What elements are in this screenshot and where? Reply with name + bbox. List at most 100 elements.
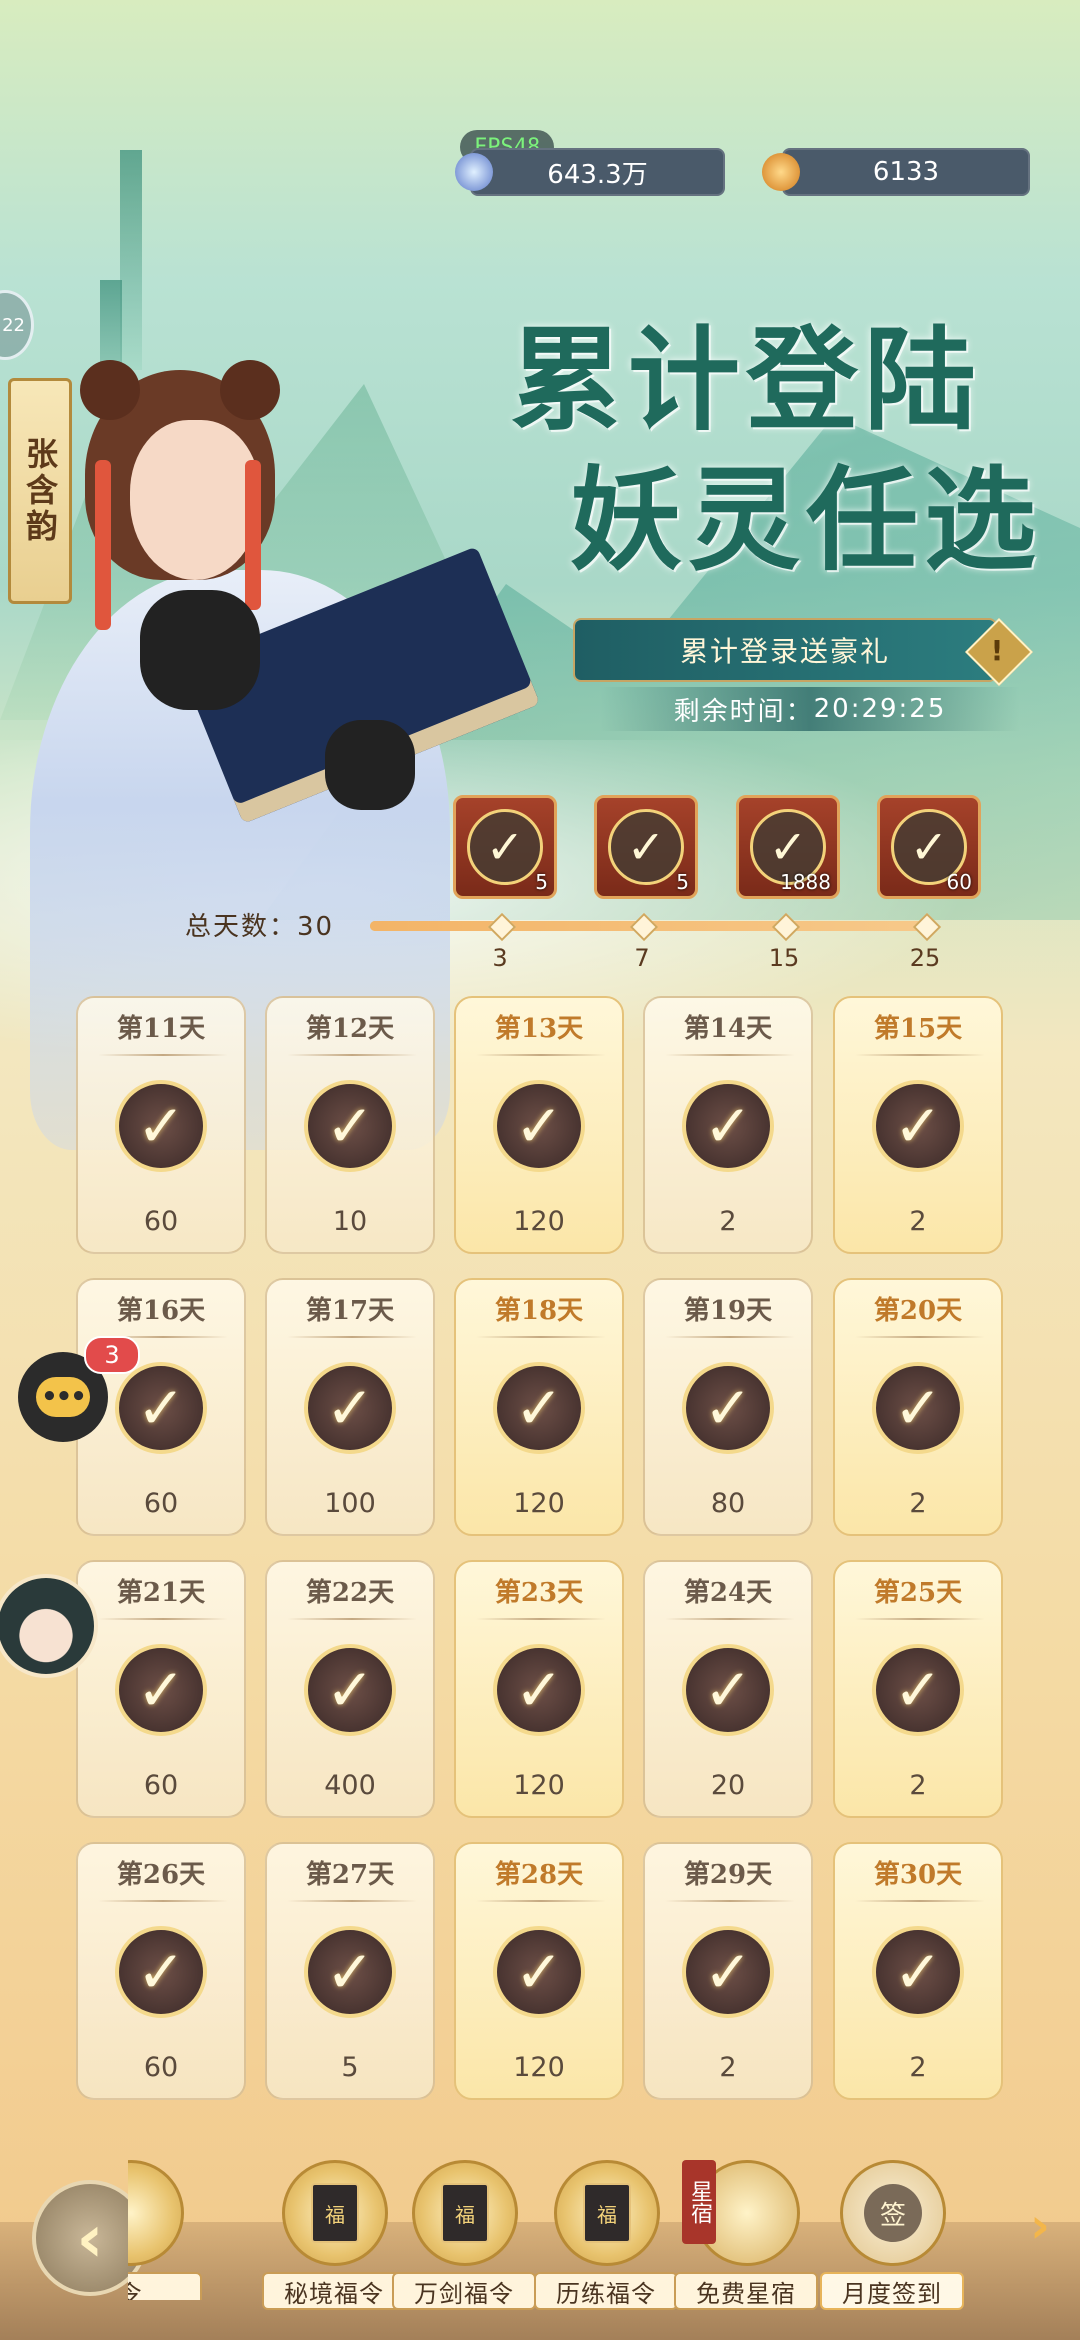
divider [855, 1336, 985, 1338]
nav-item-mijing[interactable]: 福 秘境福令 [262, 2160, 406, 2310]
claimed-check-icon: ✓ [493, 1644, 585, 1736]
nav-item-lilian[interactable]: 福 历练福令 [534, 2160, 678, 2310]
nav-item-partial[interactable]: 令 [128, 2160, 238, 2300]
day-title: 第25天 [873, 1578, 963, 1608]
milestone-count: 1888 [780, 870, 831, 894]
currency-gold-value: 6133 [872, 157, 940, 187]
day-reward-card[interactable]: 第14天 ✓ 2 [643, 996, 813, 1254]
reward-quantity: 5 [341, 2052, 359, 2083]
divider [665, 1054, 795, 1056]
day-reward-card[interactable]: 第24天 ✓ 20 [643, 1560, 813, 1818]
gold-ingot-icon [762, 153, 800, 191]
day-title: 第14天 [683, 1014, 773, 1044]
divider [665, 1618, 795, 1620]
milestone-day-label: 3 [492, 944, 508, 972]
claimed-check-icon: ✓ [872, 1080, 964, 1172]
milestone-count: 5 [676, 870, 689, 894]
day-reward-card[interactable]: 第26天 ✓ 60 [76, 1842, 246, 2100]
claimed-check-icon: ✓ [304, 1080, 396, 1172]
day-reward-card[interactable]: 第25天 ✓ 2 [833, 1560, 1003, 1818]
character-glove [140, 590, 260, 710]
token-icon: 福 [554, 2160, 660, 2266]
day-reward-card[interactable]: 第21天 ✓ 60 [76, 1560, 246, 1818]
divider [287, 1054, 417, 1056]
day-reward-card[interactable]: 第20天 ✓ 2 [833, 1278, 1003, 1536]
day-reward-card[interactable]: 第28天 ✓ 120 [454, 1842, 624, 2100]
check-icon: ✓ [608, 809, 684, 885]
day-title: 第28天 [494, 1860, 584, 1890]
reward-quantity: 100 [324, 1488, 376, 1519]
day-reward-card[interactable]: 第11天 ✓ 60 [76, 996, 246, 1254]
day-reward-card[interactable]: 第29天 ✓ 2 [643, 1842, 813, 2100]
nav-item-label: 万剑福令 [392, 2272, 536, 2310]
divider [476, 1054, 606, 1056]
day-reward-card[interactable]: 第18天 ✓ 120 [454, 1278, 624, 1536]
claimed-check-icon: ✓ [304, 1644, 396, 1736]
day-title: 第20天 [873, 1296, 963, 1326]
divider [476, 1336, 606, 1338]
day-reward-card[interactable]: 第13天 ✓ 120 [454, 996, 624, 1254]
day-title: 第30天 [873, 1860, 963, 1890]
event-title-line1: 累计登陆 [510, 315, 982, 446]
day-title: 第13天 [494, 1014, 584, 1044]
claimed-check-icon: ✓ [682, 1644, 774, 1736]
token-book-icon: 福 [311, 2183, 359, 2243]
reward-quantity: 60 [143, 1770, 179, 1801]
claimed-check-icon: ✓ [115, 1080, 207, 1172]
countdown-value: 20:29:25 [813, 694, 947, 724]
countdown-label: 剩余时间： [673, 696, 814, 727]
day-reward-card[interactable]: 第30天 ✓ 2 [833, 1842, 1003, 2100]
milestone-day-label: 25 [909, 944, 941, 972]
reward-quantity: 60 [143, 1206, 179, 1237]
day-title: 第24天 [683, 1578, 773, 1608]
countdown: 剩余时间： 20:29:25 [600, 687, 1020, 731]
reward-quantity: 120 [513, 1770, 565, 1801]
day-reward-card[interactable]: 第12天 ✓ 10 [265, 996, 435, 1254]
divider [665, 1900, 795, 1902]
total-days-label: 总天数： [185, 912, 298, 942]
nav-item-label: 月度签到 [820, 2272, 964, 2310]
reward-quantity: 120 [513, 1488, 565, 1519]
event-title-line2: 妖灵任选 [570, 455, 1042, 586]
day-reward-card[interactable]: 第19天 ✓ 80 [643, 1278, 813, 1536]
total-days-value: 30 [297, 912, 335, 942]
event-banner: 累计登录送豪礼 [575, 620, 995, 680]
milestone-count: 60 [946, 870, 972, 894]
day-title: 第29天 [683, 1860, 773, 1890]
bg-pillar [120, 150, 142, 370]
claimed-check-icon: ✓ [872, 1362, 964, 1454]
nav-next-arrow-icon[interactable]: › [1020, 2196, 1060, 2256]
nav-item-monthly-signin[interactable]: 签 月度签到 [820, 2160, 964, 2310]
day-reward-card[interactable]: 第23天 ✓ 120 [454, 1560, 624, 1818]
milestone-reward-15[interactable]: ✓ 1888 [736, 795, 840, 899]
day-reward-card[interactable]: 第22天 ✓ 400 [265, 1560, 435, 1818]
claimed-check-icon: ✓ [115, 1926, 207, 2018]
signin-icon: 签 [840, 2160, 946, 2266]
milestone-day-label: 7 [634, 944, 650, 972]
day-reward-card[interactable]: 第15天 ✓ 2 [833, 996, 1003, 1254]
reward-quantity: 120 [513, 1206, 565, 1237]
divider [98, 1054, 228, 1056]
day-title: 第11天 [116, 1014, 206, 1044]
milestone-reward-7[interactable]: ✓ 5 [594, 795, 698, 899]
reward-quantity: 2 [909, 1488, 927, 1519]
character-hair-bun [220, 360, 280, 420]
milestone-reward-25[interactable]: ✓ 60 [877, 795, 981, 899]
claimed-check-icon: ✓ [682, 1362, 774, 1454]
side-timer-button[interactable]: 22 [0, 290, 34, 360]
chat-bubble-icon: ••• [36, 1377, 90, 1417]
reward-quantity: 2 [909, 1206, 927, 1237]
check-icon: ✓ [467, 809, 543, 885]
divider [98, 1900, 228, 1902]
character-name-plaque: 张含韵 [8, 378, 72, 604]
day-reward-card[interactable]: 第17天 ✓ 100 [265, 1278, 435, 1536]
milestone-reward-3[interactable]: ✓ 5 [453, 795, 557, 899]
reward-quantity: 2 [719, 2052, 737, 2083]
character-ribbon [245, 460, 261, 610]
token-book-icon: 福 [441, 2183, 489, 2243]
nav-item-wanjian[interactable]: 福 万剑福令 [392, 2160, 536, 2310]
day-reward-card[interactable]: 第27天 ✓ 5 [265, 1842, 435, 2100]
nav-item-label: 令 [128, 2272, 202, 2300]
divider [855, 1900, 985, 1902]
claimed-check-icon: ✓ [493, 1926, 585, 2018]
